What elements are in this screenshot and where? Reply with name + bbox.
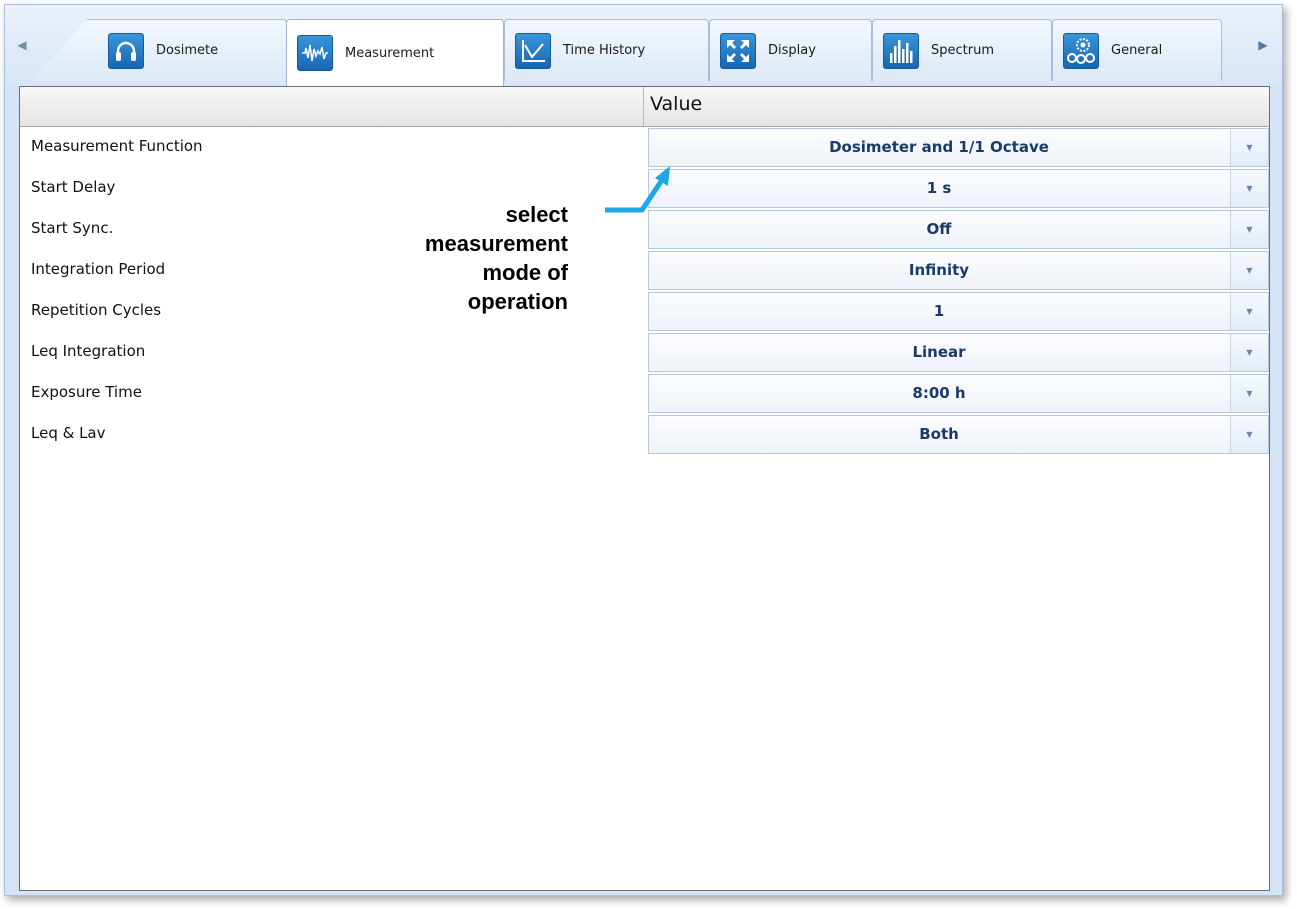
property-value: 1 s <box>926 179 952 197</box>
tab-dosimeter[interactable]: Dosimete <box>31 19 287 81</box>
dropdown-arrow-icon[interactable]: ▼ <box>1230 375 1268 412</box>
property-name: Repetition Cycles <box>31 301 162 319</box>
dropdown-arrow-icon[interactable]: ▼ <box>1230 129 1268 166</box>
gears-icon <box>1063 32 1099 69</box>
callout-line: operation <box>467 289 568 314</box>
property-value: 8:00 h <box>912 384 966 402</box>
value-column-header: Value <box>650 93 703 115</box>
scroll-tabs-right-icon[interactable]: ▶ <box>1254 33 1272 57</box>
dropdown-arrow-icon[interactable]: ▼ <box>1230 293 1268 330</box>
tab-label: General <box>1111 43 1163 58</box>
tab-label: Time History <box>563 43 646 58</box>
dropdown-arrow-icon[interactable]: ▼ <box>1230 170 1268 207</box>
grid-row: Exposure Time 8:00 h ▼ <box>20 373 1269 414</box>
property-name: Start Delay <box>31 178 116 196</box>
annotation-callout: select measurement mode of operation <box>340 200 568 316</box>
leq-integration-select[interactable]: Linear ▼ <box>648 333 1269 372</box>
dropdown-arrow-icon[interactable]: ▼ <box>1230 211 1268 248</box>
callout-line: mode of <box>482 260 568 285</box>
grid-row: Integration Period Infinity ▼ <box>20 250 1269 291</box>
spectrum-bars-icon <box>883 32 919 69</box>
tab-measurement[interactable]: Measurement <box>286 19 504 86</box>
property-name: Leq Integration <box>31 342 146 360</box>
grid-row: Repetition Cycles 1 ▼ <box>20 291 1269 332</box>
tab-label: Measurement <box>345 45 435 61</box>
tab-time-history[interactable]: Time History <box>504 19 709 81</box>
tab-label: Display <box>768 43 816 58</box>
expand-arrows-icon <box>720 32 756 69</box>
leq-lav-select[interactable]: Both ▼ <box>648 415 1269 454</box>
property-value: 1 <box>933 302 945 320</box>
tab-label: Dosimete <box>156 43 219 58</box>
tab-strip: ◀ Dosimete Measurement Time History Disp… <box>5 5 1282 86</box>
tab-general[interactable]: General <box>1052 19 1222 81</box>
name-column-header <box>20 87 644 126</box>
property-value: Infinity <box>908 261 970 279</box>
property-name: Exposure Time <box>31 383 142 401</box>
integration-period-select[interactable]: Infinity ▼ <box>648 251 1269 290</box>
dropdown-arrow-icon[interactable]: ▼ <box>1230 334 1268 371</box>
property-value: Off <box>926 220 952 238</box>
start-sync-select[interactable]: Off ▼ <box>648 210 1269 249</box>
measurement-function-select[interactable]: Dosimeter and 1/1 Octave ▼ <box>648 128 1269 167</box>
headphones-icon <box>108 32 144 69</box>
grid-header: Value <box>20 87 1269 127</box>
property-value: Both <box>919 425 959 443</box>
property-value: Linear <box>912 343 966 361</box>
grid-row: Leq Integration Linear ▼ <box>20 332 1269 373</box>
property-name: Start Sync. <box>31 219 114 237</box>
repetition-cycles-select[interactable]: 1 ▼ <box>648 292 1269 331</box>
tab-label: Spectrum <box>931 43 994 58</box>
dropdown-arrow-icon[interactable]: ▼ <box>1230 252 1268 289</box>
callout-line: measurement <box>424 231 568 256</box>
property-name: Measurement Function <box>31 137 203 155</box>
tab-spectrum[interactable]: Spectrum <box>872 19 1052 81</box>
property-name: Integration Period <box>31 260 166 278</box>
line-chart-icon <box>515 32 551 69</box>
settings-window: ◀ Dosimete Measurement Time History Disp… <box>4 4 1283 896</box>
callout-line: select <box>505 202 568 227</box>
dropdown-arrow-icon[interactable]: ▼ <box>1230 416 1268 453</box>
grid-row: Leq & Lav Both ▼ <box>20 414 1269 455</box>
callout-arrow-icon <box>605 166 670 213</box>
tab-display[interactable]: Display <box>709 19 872 81</box>
start-delay-select[interactable]: 1 s ▼ <box>648 169 1269 208</box>
scroll-tabs-left-icon[interactable]: ◀ <box>13 33 31 57</box>
property-value: Dosimeter and 1/1 Octave <box>829 138 1049 156</box>
property-name: Leq & Lav <box>31 424 106 442</box>
waveform-icon <box>297 35 333 71</box>
exposure-time-select[interactable]: 8:00 h ▼ <box>648 374 1269 413</box>
